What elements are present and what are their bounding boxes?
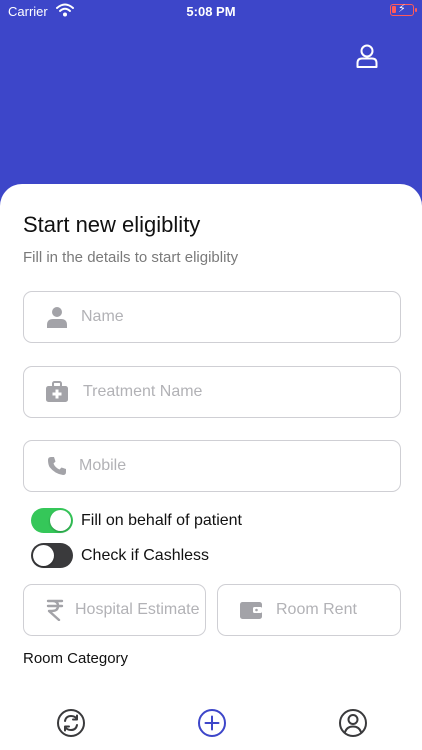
- battery-icon: ⚡: [390, 3, 417, 16]
- treatment-name-input[interactable]: [83, 383, 400, 401]
- cashless-toggle-label: Check if Cashless: [81, 546, 210, 564]
- room-rent-field[interactable]: [217, 584, 401, 636]
- rupee-icon: [44, 599, 66, 621]
- name-input[interactable]: [81, 308, 400, 326]
- profile-circle-icon[interactable]: [338, 708, 368, 738]
- room-category-label: Room Category: [23, 650, 129, 667]
- add-circle-icon[interactable]: [197, 708, 227, 738]
- page-subtitle: Fill in the details to start eligiblity: [23, 249, 239, 266]
- behalf-toggle[interactable]: [31, 508, 73, 533]
- person-icon: [46, 306, 68, 328]
- medical-kit-icon: [46, 381, 68, 403]
- mobile-input[interactable]: [79, 457, 400, 475]
- user-icon[interactable]: [355, 43, 379, 69]
- phone-icon: [46, 455, 68, 477]
- status-bar: Carrier 5:08 PM ⚡: [0, 0, 422, 24]
- tab-bar: [0, 708, 422, 750]
- hospital-estimate-input[interactable]: [75, 601, 205, 619]
- cashless-toggle[interactable]: [31, 543, 73, 568]
- mobile-field[interactable]: [23, 440, 401, 492]
- room-rent-input[interactable]: [276, 601, 400, 619]
- eligibility-form-sheet: Start new eligiblity Fill in the details…: [0, 184, 422, 750]
- behalf-toggle-row: Fill on behalf of patient: [31, 508, 242, 533]
- behalf-toggle-label: Fill on behalf of patient: [81, 511, 242, 529]
- name-field[interactable]: [23, 291, 401, 343]
- hospital-estimate-field[interactable]: [23, 584, 206, 636]
- wallet-icon: [240, 599, 262, 621]
- status-time: 5:08 PM: [186, 4, 236, 19]
- cashless-toggle-row: Check if Cashless: [31, 543, 209, 568]
- page-title: Start new eligiblity: [23, 212, 201, 237]
- treatment-field[interactable]: [23, 366, 401, 418]
- sync-icon[interactable]: [56, 708, 86, 738]
